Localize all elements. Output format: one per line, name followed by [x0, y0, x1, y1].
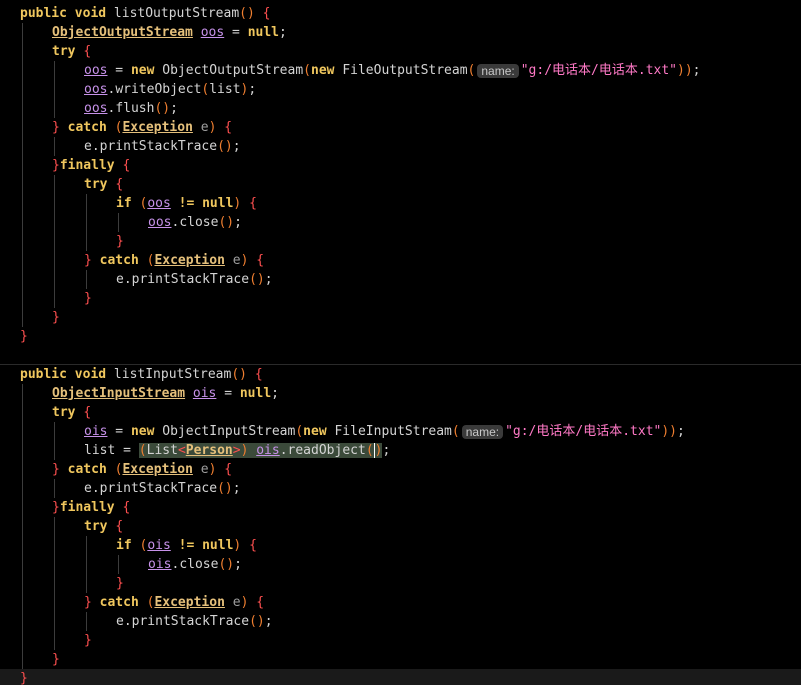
variable: oos	[200, 25, 225, 40]
code-line: list = (List<Person>) ois.readObject();	[0, 441, 801, 460]
code-line: if (ois != null) {	[0, 536, 801, 555]
type-name: ObjectOutputStream	[52, 25, 193, 40]
code-line: e.printStackTrace();	[0, 479, 801, 498]
code-line: }	[20, 329, 28, 344]
code-line: e.printStackTrace();	[0, 270, 801, 289]
code-line: }	[0, 631, 801, 650]
code-line: ois.close();	[0, 555, 801, 574]
code-line: }	[0, 232, 801, 251]
code-line: } catch (Exception e) {	[0, 118, 801, 137]
code-line: try {	[0, 42, 801, 61]
string-literal: "g:/电话本/电话本.txt"	[520, 63, 678, 78]
code-line: } catch (Exception e) {	[0, 593, 801, 612]
code-line: ois = new ObjectInputStream(new FileInpu…	[0, 422, 801, 441]
code-line: }finally {	[0, 156, 801, 175]
code-line: } catch (Exception e) {	[0, 460, 801, 479]
code-line: }	[0, 289, 801, 308]
code-line: oos.close();	[0, 213, 801, 232]
code-line: oos = new ObjectOutputStream(new FileOut…	[0, 61, 801, 80]
code-line: } catch (Exception e) {	[0, 251, 801, 270]
code-line: try {	[0, 403, 801, 422]
code-line: public void listOutputStream() {	[20, 6, 271, 21]
code-line: }finally {	[0, 498, 801, 517]
parameter-hint: name:	[461, 424, 504, 439]
parameter-hint: name:	[477, 63, 519, 78]
code-line: }	[0, 574, 801, 593]
code-line: if (oos != null) {	[0, 194, 801, 213]
code-line: }	[0, 650, 801, 669]
method-name: listInputStream	[113, 367, 232, 382]
code-line: try {	[0, 175, 801, 194]
method-name: listOutputStream	[113, 6, 240, 21]
code-line: public void listInputStream() {	[0, 364, 801, 384]
code-line: oos.flush();	[0, 99, 801, 118]
code-line: }	[0, 308, 801, 327]
code-line: e.printStackTrace();	[0, 612, 801, 631]
code-line: ObjectOutputStream oos = null;	[0, 23, 801, 42]
code-line: oos.writeObject(list);	[0, 80, 801, 99]
code-line: try {	[0, 517, 801, 536]
code-editor[interactable]: public void listOutputStream() { ObjectO…	[0, 0, 801, 685]
code-line: ObjectInputStream ois = null;	[0, 384, 801, 403]
code-line: e.printStackTrace();	[0, 137, 801, 156]
code-line: }	[0, 669, 801, 685]
keyword: public void	[20, 6, 107, 21]
cast-highlight: (List<Person>) ois.readObject()	[138, 443, 383, 458]
